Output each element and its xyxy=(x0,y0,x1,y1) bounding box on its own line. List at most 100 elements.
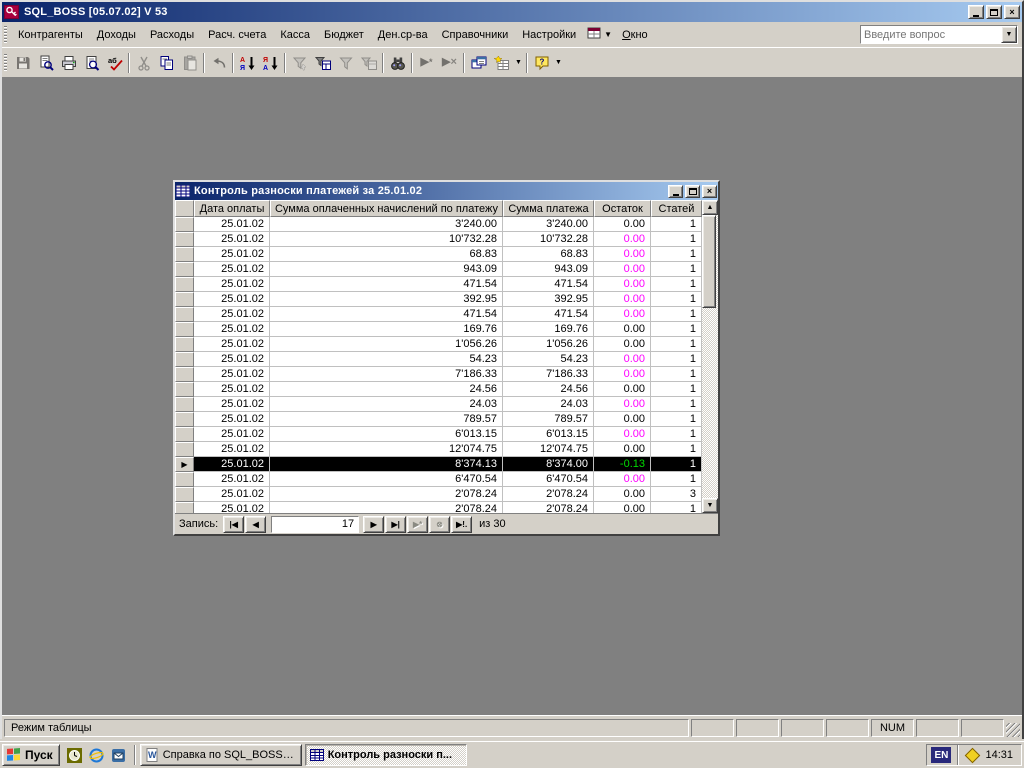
cell-date[interactable]: 25.01.02 xyxy=(194,502,270,513)
menu-item-7[interactable]: Справочники xyxy=(435,26,516,44)
record-selector[interactable] xyxy=(175,277,194,292)
tray-diamond-icon[interactable] xyxy=(965,747,981,763)
cell-rest[interactable]: 0.00 xyxy=(594,367,651,382)
help-dropdown-button[interactable]: ▼ xyxy=(553,52,564,74)
menu-item-8[interactable]: Настройки xyxy=(515,26,583,44)
cell-articles[interactable]: 1 xyxy=(651,217,702,232)
cell-accrued[interactable]: 6'470.54 xyxy=(270,472,503,487)
cell-articles[interactable]: 1 xyxy=(651,247,702,262)
goto-record-button[interactable]: ▶!. xyxy=(451,516,472,533)
record-selector[interactable] xyxy=(175,427,194,442)
cell-date[interactable]: 25.01.02 xyxy=(194,307,270,322)
filter-by-selection-button[interactable] xyxy=(288,52,311,74)
cell-accrued[interactable]: 7'186.33 xyxy=(270,367,503,382)
cell-date[interactable]: 25.01.02 xyxy=(194,217,270,232)
menu-item-4[interactable]: Касса xyxy=(273,26,317,44)
scroll-up-button[interactable]: ▲ xyxy=(702,200,718,215)
cell-payment[interactable]: 6'013.15 xyxy=(503,427,594,442)
cell-accrued[interactable]: 471.54 xyxy=(270,307,503,322)
cell-articles[interactable]: 1 xyxy=(651,277,702,292)
spelling-button[interactable]: аб xyxy=(103,52,126,74)
cell-payment[interactable]: 8'374.00 xyxy=(503,457,594,472)
cell-date[interactable]: 25.01.02 xyxy=(194,367,270,382)
column-header-3[interactable]: Остаток xyxy=(594,200,651,217)
record-selector[interactable] xyxy=(175,382,194,397)
cell-payment[interactable]: 392.95 xyxy=(503,292,594,307)
cell-articles[interactable]: 1 xyxy=(651,292,702,307)
cut-button[interactable] xyxy=(132,52,155,74)
record-selector[interactable] xyxy=(175,292,194,307)
select-all-cell[interactable] xyxy=(175,200,194,217)
menu-item-3[interactable]: Расч. счета xyxy=(201,26,273,44)
cell-accrued[interactable]: 943.09 xyxy=(270,262,503,277)
cell-date[interactable]: 25.01.02 xyxy=(194,232,270,247)
cell-rest[interactable]: 0.00 xyxy=(594,397,651,412)
last-record-button[interactable]: ▶| xyxy=(385,516,406,533)
cell-accrued[interactable]: 24.56 xyxy=(270,382,503,397)
start-button[interactable]: Пуск xyxy=(2,744,60,766)
child-maximize-button[interactable] xyxy=(685,185,700,198)
menu-item-1[interactable]: Доходы xyxy=(90,26,143,44)
child-titlebar[interactable]: Контроль разноски платежей за 25.01.02 × xyxy=(175,182,718,200)
scrollbar-thumb[interactable] xyxy=(702,215,716,308)
cell-accrued[interactable]: 2'078.24 xyxy=(270,487,503,502)
column-header-4[interactable]: Статей xyxy=(651,200,702,217)
resize-grip[interactable] xyxy=(1006,723,1020,737)
record-selector[interactable] xyxy=(175,502,194,513)
cell-payment[interactable]: 2'078.24 xyxy=(503,487,594,502)
toolbar-grip[interactable] xyxy=(4,54,7,72)
cell-payment[interactable]: 68.83 xyxy=(503,247,594,262)
cell-accrued[interactable]: 2'078.24 xyxy=(270,502,503,513)
cell-articles[interactable]: 3 xyxy=(651,487,702,502)
cell-rest[interactable]: 0.00 xyxy=(594,277,651,292)
record-selector[interactable] xyxy=(175,397,194,412)
record-selector[interactable] xyxy=(175,337,194,352)
apply-filter-button[interactable] xyxy=(334,52,357,74)
cell-rest[interactable]: 0.00 xyxy=(594,412,651,427)
cell-accrued[interactable]: 10'732.28 xyxy=(270,232,503,247)
column-header-1[interactable]: Сумма оплаченных начислений по платежу xyxy=(270,200,503,217)
cell-date[interactable]: 25.01.02 xyxy=(194,427,270,442)
save-button[interactable] xyxy=(11,52,34,74)
cell-rest[interactable]: 0.00 xyxy=(594,472,651,487)
menu-grip[interactable] xyxy=(4,26,7,44)
database-window-button[interactable] xyxy=(467,52,490,74)
cell-rest[interactable]: 0.00 xyxy=(594,292,651,307)
child-close-button[interactable]: × xyxy=(702,185,717,198)
cell-payment[interactable]: 3'240.00 xyxy=(503,217,594,232)
record-selector[interactable]: ▶ xyxy=(175,457,194,472)
internet-explorer-icon[interactable] xyxy=(87,745,107,765)
advanced-filter-button[interactable] xyxy=(357,52,380,74)
cell-articles[interactable]: 1 xyxy=(651,337,702,352)
cell-date[interactable]: 25.01.02 xyxy=(194,397,270,412)
cell-accrued[interactable]: 68.83 xyxy=(270,247,503,262)
new-object-dropdown-button[interactable]: ▼ xyxy=(513,52,524,74)
sort-desc-button[interactable]: ЯА xyxy=(259,52,282,74)
new-record-button[interactable]: ▶* xyxy=(415,52,438,74)
cell-accrued[interactable]: 8'374.13 xyxy=(270,457,503,472)
paste-button[interactable] xyxy=(178,52,201,74)
record-selector[interactable] xyxy=(175,232,194,247)
language-indicator[interactable]: EN xyxy=(931,747,951,763)
cell-accrued[interactable]: 789.57 xyxy=(270,412,503,427)
cell-rest[interactable]: 0.00 xyxy=(594,352,651,367)
cell-date[interactable]: 25.01.02 xyxy=(194,382,270,397)
cell-articles[interactable]: 1 xyxy=(651,397,702,412)
vertical-scrollbar[interactable]: ▲ ▼ xyxy=(702,200,718,513)
print-button[interactable] xyxy=(57,52,80,74)
undo-button[interactable] xyxy=(207,52,230,74)
cell-articles[interactable]: 1 xyxy=(651,232,702,247)
cell-articles[interactable]: 1 xyxy=(651,262,702,277)
cell-accrued[interactable]: 12'074.75 xyxy=(270,442,503,457)
scrollbar-track[interactable] xyxy=(702,215,718,498)
new-object-button[interactable] xyxy=(490,52,513,74)
menu-item-6[interactable]: Ден.ср-ва xyxy=(371,26,435,44)
scroll-down-button[interactable]: ▼ xyxy=(702,498,718,513)
cell-accrued[interactable]: 169.76 xyxy=(270,322,503,337)
column-header-2[interactable]: Сумма платежа xyxy=(503,200,594,217)
taskbar-clock[interactable]: 14:31 xyxy=(985,749,1017,761)
cell-date[interactable]: 25.01.02 xyxy=(194,247,270,262)
cell-date[interactable]: 25.01.02 xyxy=(194,292,270,307)
menu-item-5[interactable]: Бюджет xyxy=(317,26,371,44)
cell-articles[interactable]: 1 xyxy=(651,502,702,513)
